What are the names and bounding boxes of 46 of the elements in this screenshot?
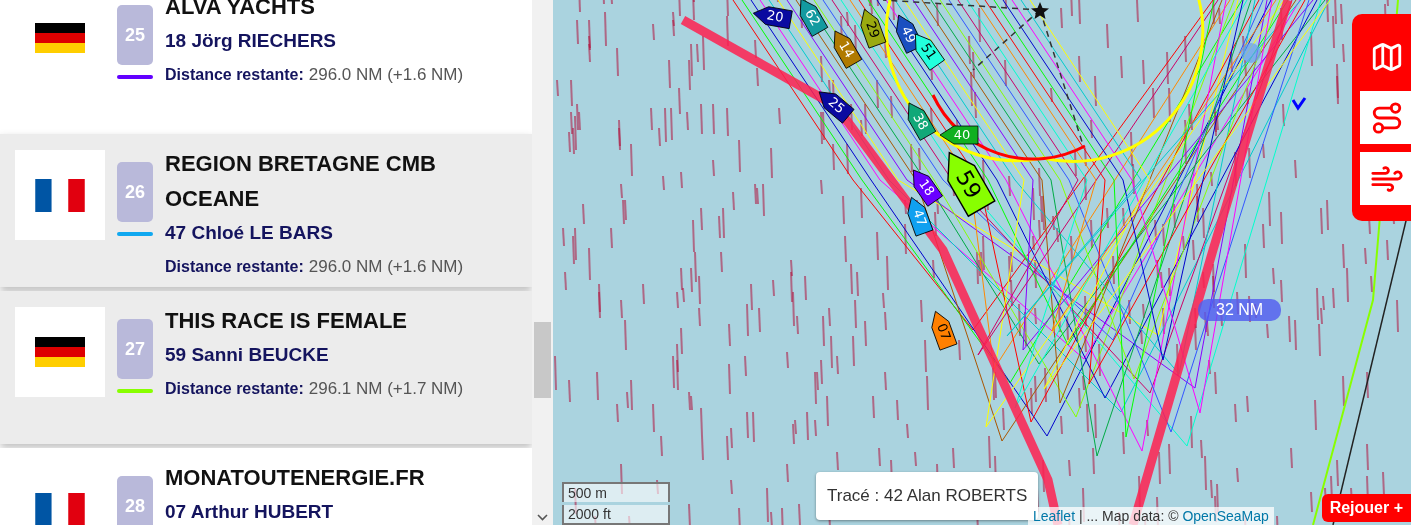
- sea-map[interactable]: 20 62 29 14 49 51 25 38 40 59 18 47 07 32 NM 500 m 2000 ft Tracé : 42 Alan ROBERTS Leaflet | ... Map data: © OpenSeaMap Rejouer +: [553, 0, 1411, 525]
- distance-label: Distance restante:: [165, 379, 304, 399]
- distance-value: 296.1 NM (+1.7 NM): [308, 378, 464, 400]
- boat-marker[interactable]: 25: [818, 91, 855, 124]
- scale-bar: 500 m: [562, 482, 670, 502]
- distance-label: Distance restante:: [165, 257, 304, 277]
- boat-marker[interactable]: 29: [860, 8, 887, 49]
- ranking-row[interactable]: 26 REGION BRETAGNE CMB OCEANE 47 Chloé LE BARS Distance restante: 296.0 NM (+1.6 NM): [0, 134, 532, 287]
- boat-marker[interactable]: 51: [915, 33, 945, 71]
- rank-badge: 28: [117, 476, 153, 525]
- germany-flag-icon: [34, 337, 86, 367]
- france-flag-icon: [34, 492, 86, 525]
- skipper-name: 59 Sanni BEUCKE: [165, 343, 330, 367]
- boat-marker[interactable]: 14: [833, 30, 863, 69]
- star-icon: [1031, 2, 1049, 19]
- skipper-name: 18 Jörg RIECHERS: [165, 29, 338, 53]
- team-name: THIS RACE IS FEMALE: [165, 307, 408, 335]
- france-flag-icon: [34, 178, 86, 212]
- team-name: MONATOUTENERGIE.FR: [165, 464, 426, 492]
- boat-marker[interactable]: 20: [752, 6, 793, 30]
- rank-badge: 27: [117, 319, 153, 379]
- boat-marker[interactable]: 07: [931, 310, 958, 351]
- distance-label: Distance restante:: [165, 65, 304, 85]
- distance-value: 296.0 NM (+1.6 NM): [308, 64, 464, 86]
- skipper-name: 07 Arthur HUBERT: [165, 500, 335, 524]
- position-marker-icon: [1241, 43, 1261, 63]
- skipper-name: 47 Chloé LE BARS: [165, 221, 334, 245]
- scrollbar-thumb[interactable]: [534, 322, 551, 398]
- distance-tag: 32 NM: [1198, 299, 1282, 321]
- scrollbar[interactable]: [532, 0, 553, 525]
- replay-button[interactable]: Rejouer +: [1321, 494, 1411, 522]
- germany-flag-icon: [34, 23, 86, 53]
- rank-badge: 26: [117, 162, 153, 222]
- openseamap-link[interactable]: OpenSeaMap: [1182, 508, 1269, 524]
- team-name: REGION BRETAGNE CMB OCEANE: [165, 150, 437, 213]
- map-control-button[interactable]: [1360, 91, 1411, 144]
- direction-marker-icon: [1291, 97, 1307, 111]
- rank-badge: 25: [117, 5, 153, 65]
- ranking-row[interactable]: 27 THIS RACE IS FEMALE 59 Sanni BEUCKE Distance restante: 296.1 NM (+1.7 NM): [0, 291, 532, 444]
- leaflet-link[interactable]: Leaflet: [1033, 508, 1076, 524]
- map-control-button[interactable]: [1360, 152, 1411, 205]
- attribution-text: | ... Map data: ©: [1077, 508, 1180, 524]
- scale-bar: 2000 ft: [562, 505, 670, 525]
- scroll-down-icon[interactable]: [537, 514, 548, 521]
- boat-marker[interactable]: 59: [947, 151, 996, 218]
- distance-value: 296.0 NM (+1.6 NM): [308, 256, 464, 278]
